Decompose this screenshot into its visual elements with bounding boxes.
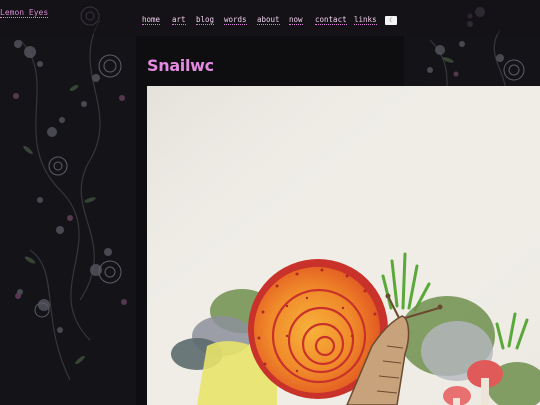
nav-links[interactable]: links (354, 15, 377, 25)
nav-now[interactable]: now (289, 15, 303, 25)
nav-about[interactable]: about (257, 15, 280, 25)
nav-contact[interactable]: contact (315, 15, 347, 25)
nav-home[interactable]: home (142, 15, 161, 25)
top-navigation-bar: Lemon Eyes home art blog words about now… (0, 0, 540, 34)
page-title: Snailwc (147, 56, 214, 75)
theme-toggle-button[interactable]: ☾ (385, 16, 397, 25)
nav-words[interactable]: words (224, 15, 247, 25)
main-nav: home art blog words about now contact li… (0, 15, 540, 27)
artwork-image[interactable] (147, 86, 540, 405)
nav-blog[interactable]: blog (196, 15, 215, 25)
nav-art[interactable]: art (172, 15, 186, 25)
moon-icon: ☾ (389, 17, 393, 24)
